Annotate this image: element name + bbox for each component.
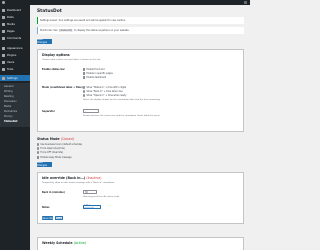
status-force-off[interactable]: Force OFF (Override) [37,151,63,154]
sidebar-item-pages[interactable]: Pages [0,28,30,34]
page-icon [2,29,5,33]
checkbox[interactable] [37,156,40,159]
weekly-schedule-card: Weekly Schedule (Active) [37,237,244,250]
mode-label: Mode (countdown label + time) [42,86,83,89]
idle-override-card: Idle override (Back in…) (Inactive) Temp… [37,172,244,224]
comment-icon [2,36,5,40]
mode-option-back-in[interactable]: Show "Back in" + time when due [83,90,123,93]
idle-title: Idle override (Back in…) (Inactive) [42,176,102,180]
display-options-card: Display options Choose what visitors see… [37,49,244,132]
status-business-hours[interactable]: Use business hours (default schedule) [37,143,82,146]
away-mode-checkbox[interactable]: Enable Away Mode message [37,156,72,159]
submenu-reading[interactable]: Reading [4,95,14,98]
checkbox[interactable] [83,72,86,75]
media-icon [2,22,5,26]
option-dashboard[interactable]: Enable dashboard [83,76,106,79]
radio[interactable] [83,86,86,89]
user-icon [2,60,5,64]
radio[interactable] [83,94,86,97]
mode-option-opens-in[interactable]: Show "Opens in" + time when ready [83,94,126,97]
main-content: StatusDot Settings saved. Your settings … [30,5,250,250]
notes-label: Notes [42,206,50,209]
idle-desc: Temporarily show an idle status message … [42,182,115,184]
status-mode-state: (Closed) [60,137,74,141]
wrench-icon [2,67,5,71]
sidebar-item-dashboard[interactable]: Dashboard [0,7,30,13]
sidebar-item-appearance[interactable]: Appearance [0,45,30,51]
submenu-permalinks[interactable]: Permalinks [4,110,17,113]
user-avatar-icon[interactable] [244,1,247,4]
sidebar-item-users[interactable]: Users [0,59,30,65]
pin-icon [2,15,5,19]
sidebar-item-tools[interactable]: Tools [0,66,30,72]
dashboard-icon [2,8,5,12]
mode-hint: Select the display format for the countd… [83,99,161,101]
sidebar-item-media[interactable]: Media [0,21,30,27]
save-changes-button-top[interactable]: Save Changes [37,38,52,44]
enable-status-label: Enable status bar [42,68,65,71]
radio[interactable] [37,151,40,154]
separator-hint: Shown between the status text and the co… [83,115,161,117]
page-title: StatusDot [37,9,62,14]
weekly-state: (Active) [73,241,87,245]
settings-icon [2,76,5,80]
success-notice: Settings saved. Your settings are saved … [37,17,244,24]
radio[interactable] [37,143,40,146]
plugin-icon [2,53,5,57]
status-mode-title: Status Mode (Closed) [37,137,74,141]
submenu-general[interactable]: General [4,85,13,88]
status-save-button[interactable]: Save Changes [37,161,52,167]
display-options-title: Display options [42,53,70,57]
radio[interactable] [83,90,86,93]
status-force-open[interactable]: Force Open (Override) [37,147,65,150]
back-in-hint: How long until the idle status ends. [83,196,120,198]
wordpress-logo-icon[interactable] [2,1,5,4]
submenu-privacy[interactable]: Privacy [4,115,13,118]
back-in-label: Back in (minutes) [42,191,65,194]
submenu-statusdot[interactable]: StatusDot [4,120,18,123]
idle-state: (Inactive) [86,176,102,180]
sidebar-item-plugins[interactable]: Plugins [0,52,30,58]
checkbox[interactable] [83,68,86,71]
submenu-writing[interactable]: Writing [4,90,13,93]
shortcode-code: [statusdot] [58,29,74,32]
settings-submenu: General Writing Reading Discussion Media… [0,83,30,127]
save-idle-button[interactable]: Save Idle [42,216,53,220]
checkbox[interactable] [83,76,86,79]
back-in-input[interactable]: 30 [83,190,97,194]
separator-label: Separator [42,110,55,113]
option-front-end[interactable]: Enable front end [83,68,105,71]
separator-input[interactable]: - [83,109,99,113]
add-reminder-button[interactable]: Add a reminder [83,204,101,210]
admin-sidebar: Dashboard Posts Media Pages Comments App… [0,5,30,250]
radio[interactable] [37,147,40,150]
weekly-title: Weekly Schedule (Active) [42,241,87,245]
submenu-media[interactable]: Media [4,105,11,108]
submenu-discussion[interactable]: Discussion [4,100,17,103]
option-specific-pages[interactable]: Enable in specific pages [83,72,113,75]
sidebar-item-comments[interactable]: Comments [0,35,30,41]
mode-option-digits[interactable]: Show "Status is" + time left in digits [83,86,126,89]
brush-icon [2,46,5,50]
clear-idle-button[interactable]: Clear [55,216,63,220]
sidebar-item-posts[interactable]: Posts [0,14,30,20]
display-options-desc: Choose what visitors see and where it sh… [42,59,102,61]
info-notice: Shortcode: Use [statusdot] to display th… [37,27,244,34]
sidebar-item-settings[interactable]: Settings [0,75,30,81]
